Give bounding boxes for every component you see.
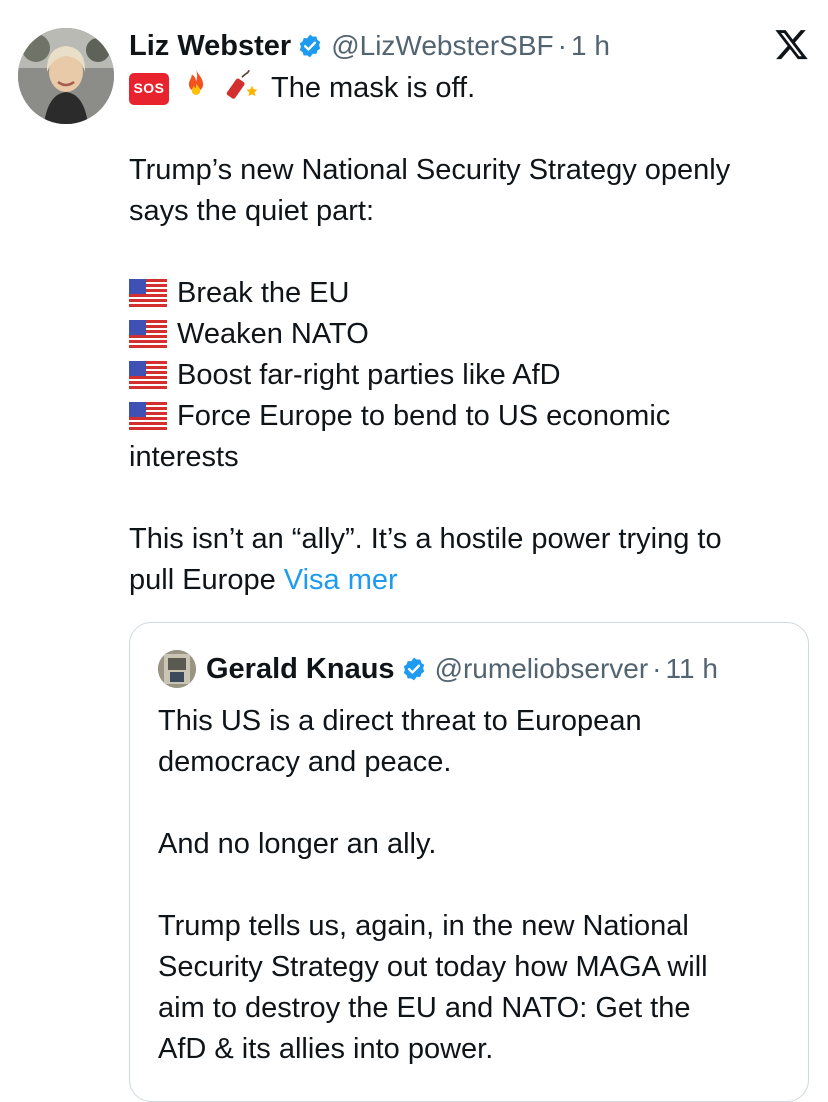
tweet[interactable]: Liz Webster @LizWebsterSBF · 1 h SOS The… xyxy=(0,0,828,1102)
tweet-first-line: SOS The mask is off. xyxy=(129,68,809,109)
tweet-header: Liz Webster @LizWebsterSBF · 1 h xyxy=(129,26,610,66)
bullet-item: Weaken NATO xyxy=(129,314,809,355)
bullet-text: Force Europe to bend to US economic xyxy=(177,400,671,432)
paragraph-line: says the quiet part: xyxy=(129,195,375,227)
quoted-tweet-header: Gerald Knaus @rumeliobserver · 11 h xyxy=(158,649,718,689)
tweet-first-line-text: The mask is off. xyxy=(271,72,476,104)
paragraph-line: This isn’t an “ally”. It’s a hostile pow… xyxy=(129,523,722,555)
quoted-tweet-timestamp[interactable]: 11 h xyxy=(666,653,718,685)
bullet-continuation: interests xyxy=(129,441,239,473)
quoted-line: Security Strategy out today how MAGA wil… xyxy=(158,951,708,983)
quoted-line: democracy and peace. xyxy=(158,746,452,778)
us-flag-icon xyxy=(129,278,167,307)
author-avatar[interactable] xyxy=(18,28,114,124)
paragraph-line: Trump’s new National Security Strategy o… xyxy=(129,154,731,186)
quoted-author-name[interactable]: Gerald Knaus xyxy=(206,653,395,686)
quoted-tweet[interactable]: Gerald Knaus @rumeliobserver · 11 h This… xyxy=(129,622,809,1102)
verified-badge-icon xyxy=(297,33,323,59)
us-flag-icon xyxy=(129,401,167,430)
sos-icon: SOS xyxy=(129,72,169,105)
separator-dot: · xyxy=(557,30,567,61)
quoted-line: This US is a direct threat to European xyxy=(158,705,642,737)
quoted-line: And no longer an ally. xyxy=(158,828,437,860)
firecracker-icon xyxy=(223,66,261,112)
quoted-line: aim to destroy the EU and NATO: Get the xyxy=(158,992,691,1024)
paragraph-line: pull Europe Visa mer xyxy=(129,560,809,601)
quoted-author-handle[interactable]: @rumeliobserver xyxy=(435,653,649,685)
bullet-text: Boost far-right parties like AfD xyxy=(177,359,561,391)
author-handle[interactable]: @LizWebsterSBF xyxy=(331,30,553,62)
bullet-item: Boost far-right parties like AfD xyxy=(129,355,809,396)
x-logo-icon[interactable] xyxy=(774,28,808,62)
tweet-timestamp[interactable]: 1 h xyxy=(571,30,610,62)
quoted-author-avatar[interactable] xyxy=(158,650,196,688)
quoted-line: AfD & its allies into power. xyxy=(158,1033,494,1065)
us-flag-icon xyxy=(129,360,167,389)
separator-dot: · xyxy=(652,653,662,684)
bullet-item: Break the EU xyxy=(129,273,809,314)
show-more-link[interactable]: Visa mer xyxy=(284,564,398,596)
verified-badge-icon xyxy=(401,656,427,682)
bullet-text: Break the EU xyxy=(177,277,350,309)
quoted-line: Trump tells us, again, in the new Nation… xyxy=(158,910,689,942)
bullet-item: Force Europe to bend to US economic xyxy=(129,396,809,437)
tweet-text: SOS The mask is off. Trump’s new Nationa… xyxy=(129,68,809,601)
paragraph-line-text: pull Europe xyxy=(129,564,276,596)
author-name[interactable]: Liz Webster xyxy=(129,30,291,63)
bullet-text: Weaken NATO xyxy=(177,318,369,350)
quoted-tweet-text: This US is a direct threat to European d… xyxy=(158,701,798,1070)
us-flag-icon xyxy=(129,319,167,348)
fire-icon xyxy=(179,66,213,112)
